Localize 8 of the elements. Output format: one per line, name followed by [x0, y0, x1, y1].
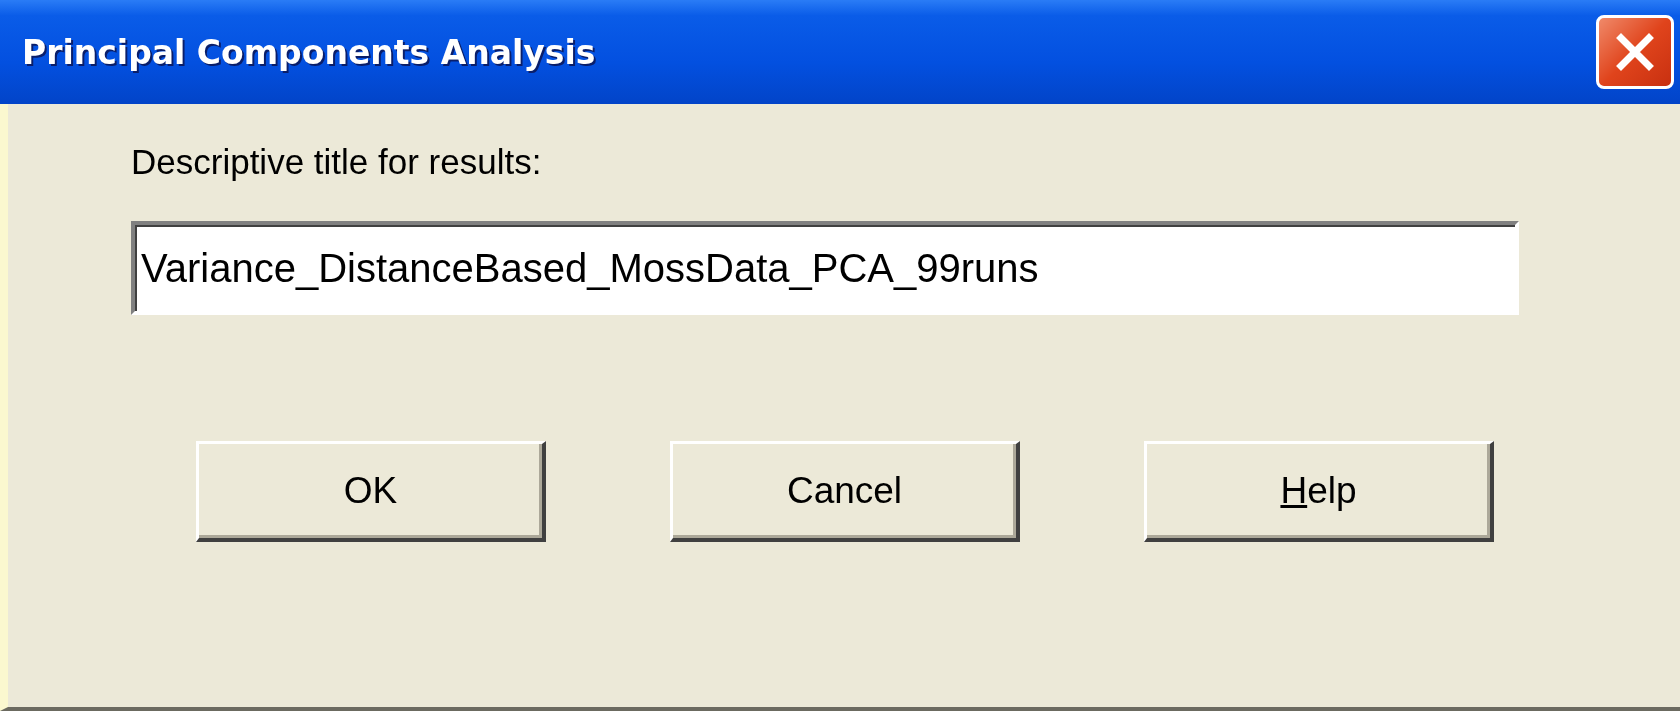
dialog-button[interactable]: Help — [1144, 441, 1494, 542]
dialog-button[interactable]: Cancel — [670, 441, 1020, 542]
field-label: Descriptive title for results: — [131, 141, 542, 183]
close-icon — [1615, 32, 1655, 72]
close-button[interactable] — [1596, 15, 1674, 89]
window-title: Principal Components Analysis — [22, 32, 596, 72]
title-input-field[interactable]: Variance_DistanceBased_MossData_PCA_99runs — [131, 221, 1519, 315]
dialog-button[interactable]: OK — [196, 441, 546, 542]
